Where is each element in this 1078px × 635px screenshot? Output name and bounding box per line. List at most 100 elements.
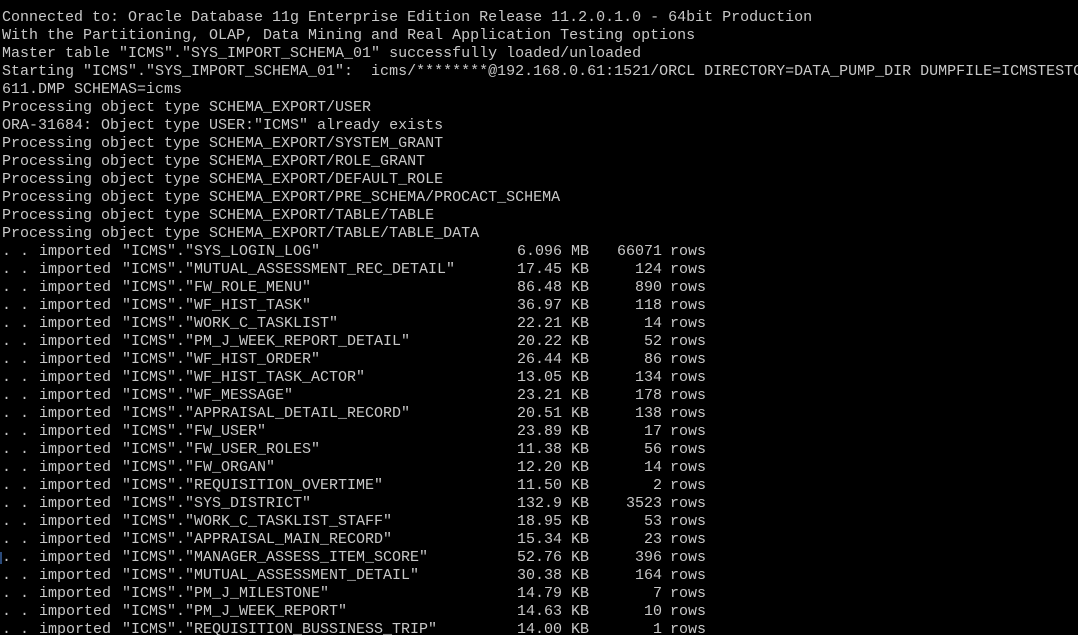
import-row-prefix: . . — [2, 477, 30, 494]
import-row-verb: imported — [39, 549, 112, 566]
import-row-count: 17 — [643, 423, 662, 440]
import-row-unit: rows — [670, 549, 707, 566]
import-row: . . imported "ICMS"."WF_HIST_TASK" 36.97 KB… — [2, 297, 1078, 315]
import-row: . . imported "ICMS"."WF_HIST_ORDER" 26.44 K… — [2, 351, 1078, 369]
import-row-verb: imported — [39, 315, 112, 332]
import-size: 12.20 KB — [517, 459, 590, 476]
import-row: . . imported "ICMS"."FW_ORGAN" 12.20 KB 14 ro… — [2, 459, 1078, 477]
import-row-unit: rows — [670, 441, 707, 458]
import-table-name: "ICMS"."SYS_LOGIN_LOG" — [122, 243, 321, 260]
import-row-count: 2 — [652, 477, 662, 494]
import-row-verb: imported — [39, 369, 112, 386]
import-row-unit: rows — [670, 513, 707, 530]
import-row-prefix: . . — [2, 531, 30, 548]
import-size: 14.79 KB — [517, 585, 590, 602]
import-row: . . imported "ICMS"."FW_USER_ROLES" 11.38 K… — [2, 441, 1078, 459]
import-size: 14.63 KB — [517, 603, 590, 620]
import-table-name: "ICMS"."REQUISITION_BUSSINESS_TRIP" — [122, 621, 438, 635]
import-table-name: "ICMS"."FW_ROLE_MENU" — [122, 279, 312, 296]
import-row: . . imported "ICMS"."PM_J_WEEK_REPORT" 14.6… — [2, 603, 1078, 621]
import-row: . . imported "ICMS"."WF_HIST_TASK_ACTOR" 13… — [2, 369, 1078, 387]
import-row-verb: imported — [39, 387, 112, 404]
import-row-unit: rows — [670, 495, 707, 512]
import-row-verb: imported — [39, 531, 112, 548]
import-row-prefix: . . — [2, 603, 30, 620]
import-size: 86.48 KB — [517, 279, 590, 296]
import-row-count: 7 — [652, 585, 662, 602]
import-row: . . imported "ICMS"."MANAGER_ASSESS_ITEM_S… — [2, 549, 1078, 567]
import-row-prefix: . . — [2, 549, 30, 566]
import-row: . . imported "ICMS"."MUTUAL_ASSESSMENT_DET… — [2, 567, 1078, 585]
import-row-count: 14 — [643, 459, 662, 476]
import-row-prefix: . . — [2, 333, 30, 350]
import-row-prefix: . . — [2, 369, 30, 386]
import-row-verb: imported — [39, 567, 112, 584]
import-row-verb: imported — [39, 333, 112, 350]
import-row-verb: imported — [39, 243, 112, 260]
import-table-name: "ICMS"."SYS_DISTRICT" — [122, 495, 312, 512]
import-size: 11.38 KB — [517, 441, 590, 458]
import-table-name: "ICMS"."WF_HIST_ORDER" — [122, 351, 321, 368]
console-line: Starting "ICMS"."SYS_IMPORT_SCHEMA_01": … — [2, 63, 1078, 80]
console-line: Processing object type SCHEMA_EXPORT/SYS… — [2, 135, 444, 152]
import-size: 13.05 KB — [517, 369, 590, 386]
import-row-prefix: . . — [2, 621, 30, 635]
import-row: . . imported "ICMS"."APPRAISAL_DETAIL_RECO… — [2, 405, 1078, 423]
import-table-name: "ICMS"."MANAGER_ASSESS_ITEM_SCORE" — [122, 549, 429, 566]
import-row-count: 138 — [634, 405, 662, 422]
import-row: . . imported "ICMS"."PM_J_MILESTONE" 14.79 … — [2, 585, 1078, 603]
import-row-unit: rows — [670, 567, 707, 584]
import-size: 15.34 KB — [517, 531, 590, 548]
left-edge-marker — [0, 552, 2, 564]
import-size: 18.95 KB — [517, 513, 590, 530]
import-row-count: 56 — [643, 441, 662, 458]
import-row: . . imported "ICMS"."APPRAISAL_MAIN_RECORD… — [2, 531, 1078, 549]
console-line: Processing object type SCHEMA_EXPORT/DEF… — [2, 171, 444, 188]
import-row-unit: rows — [670, 459, 707, 476]
import-table-name: "ICMS"."APPRAISAL_DETAIL_RECORD" — [122, 405, 411, 422]
import-row-verb: imported — [39, 513, 112, 530]
console-line: Processing object type SCHEMA_EXPORT/USE… — [2, 99, 372, 116]
import-row-count: 14 — [643, 315, 662, 332]
import-size: 17.45 KB — [517, 261, 590, 278]
import-row-unit: rows — [670, 279, 707, 296]
import-row-count: 66071 — [616, 243, 662, 260]
import-row-prefix: . . — [2, 315, 30, 332]
import-table-name: "ICMS"."WF_HIST_TASK_ACTOR" — [122, 369, 366, 386]
console-line: Processing object type SCHEMA_EXPORT/ROL… — [2, 153, 426, 170]
import-size: 52.76 KB — [517, 549, 590, 566]
import-row: . . imported "ICMS"."REQUISITION_BUSSINESS… — [2, 621, 1078, 635]
import-row: . . imported "ICMS"."SYS_LOGIN_LOG" 6.096 M… — [2, 243, 1078, 261]
import-row-unit: rows — [670, 423, 707, 440]
import-row-prefix: . . — [2, 351, 30, 368]
import-row-count: 118 — [634, 297, 662, 314]
import-row-prefix: . . — [2, 441, 30, 458]
import-table-name: "ICMS"."PM_J_WEEK_REPORT_DETAIL" — [122, 333, 411, 350]
console-line: With the Partitioning, OLAP, Data Mining… — [2, 27, 696, 44]
import-row-unit: rows — [670, 621, 707, 635]
import-size: 14.00 KB — [517, 621, 590, 635]
console-line: Master table "ICMS"."SYS_IMPORT_SCHEMA_0… — [2, 45, 642, 62]
import-size: 20.51 KB — [517, 405, 590, 422]
import-row-verb: imported — [39, 477, 112, 494]
import-row-count: 3523 — [625, 495, 662, 512]
import-row-verb: imported — [39, 423, 112, 440]
import-table-name: "ICMS"."FW_USER" — [122, 423, 267, 440]
import-row-verb: imported — [39, 405, 112, 422]
import-table-name: "ICMS"."WF_MESSAGE" — [122, 387, 294, 404]
import-row-verb: imported — [39, 603, 112, 620]
import-size: 26.44 KB — [517, 351, 590, 368]
import-row-count: 23 — [643, 531, 662, 548]
console-line: Connected to: Oracle Database 11g Enterp… — [2, 9, 813, 26]
import-row-unit: rows — [670, 243, 707, 260]
import-row-count: 164 — [634, 567, 662, 584]
import-row-verb: imported — [39, 351, 112, 368]
import-row-prefix: . . — [2, 405, 30, 422]
terminal-console[interactable]: Connected to: Oracle Database 11g Enterp… — [0, 0, 1078, 635]
import-row-unit: rows — [670, 603, 707, 620]
import-row-unit: rows — [670, 477, 707, 494]
import-row-count: 178 — [634, 387, 662, 404]
import-row-count: 52 — [643, 333, 662, 350]
import-size: 20.22 KB — [517, 333, 590, 350]
import-table-name: "ICMS"."PM_J_MILESTONE" — [122, 585, 330, 602]
